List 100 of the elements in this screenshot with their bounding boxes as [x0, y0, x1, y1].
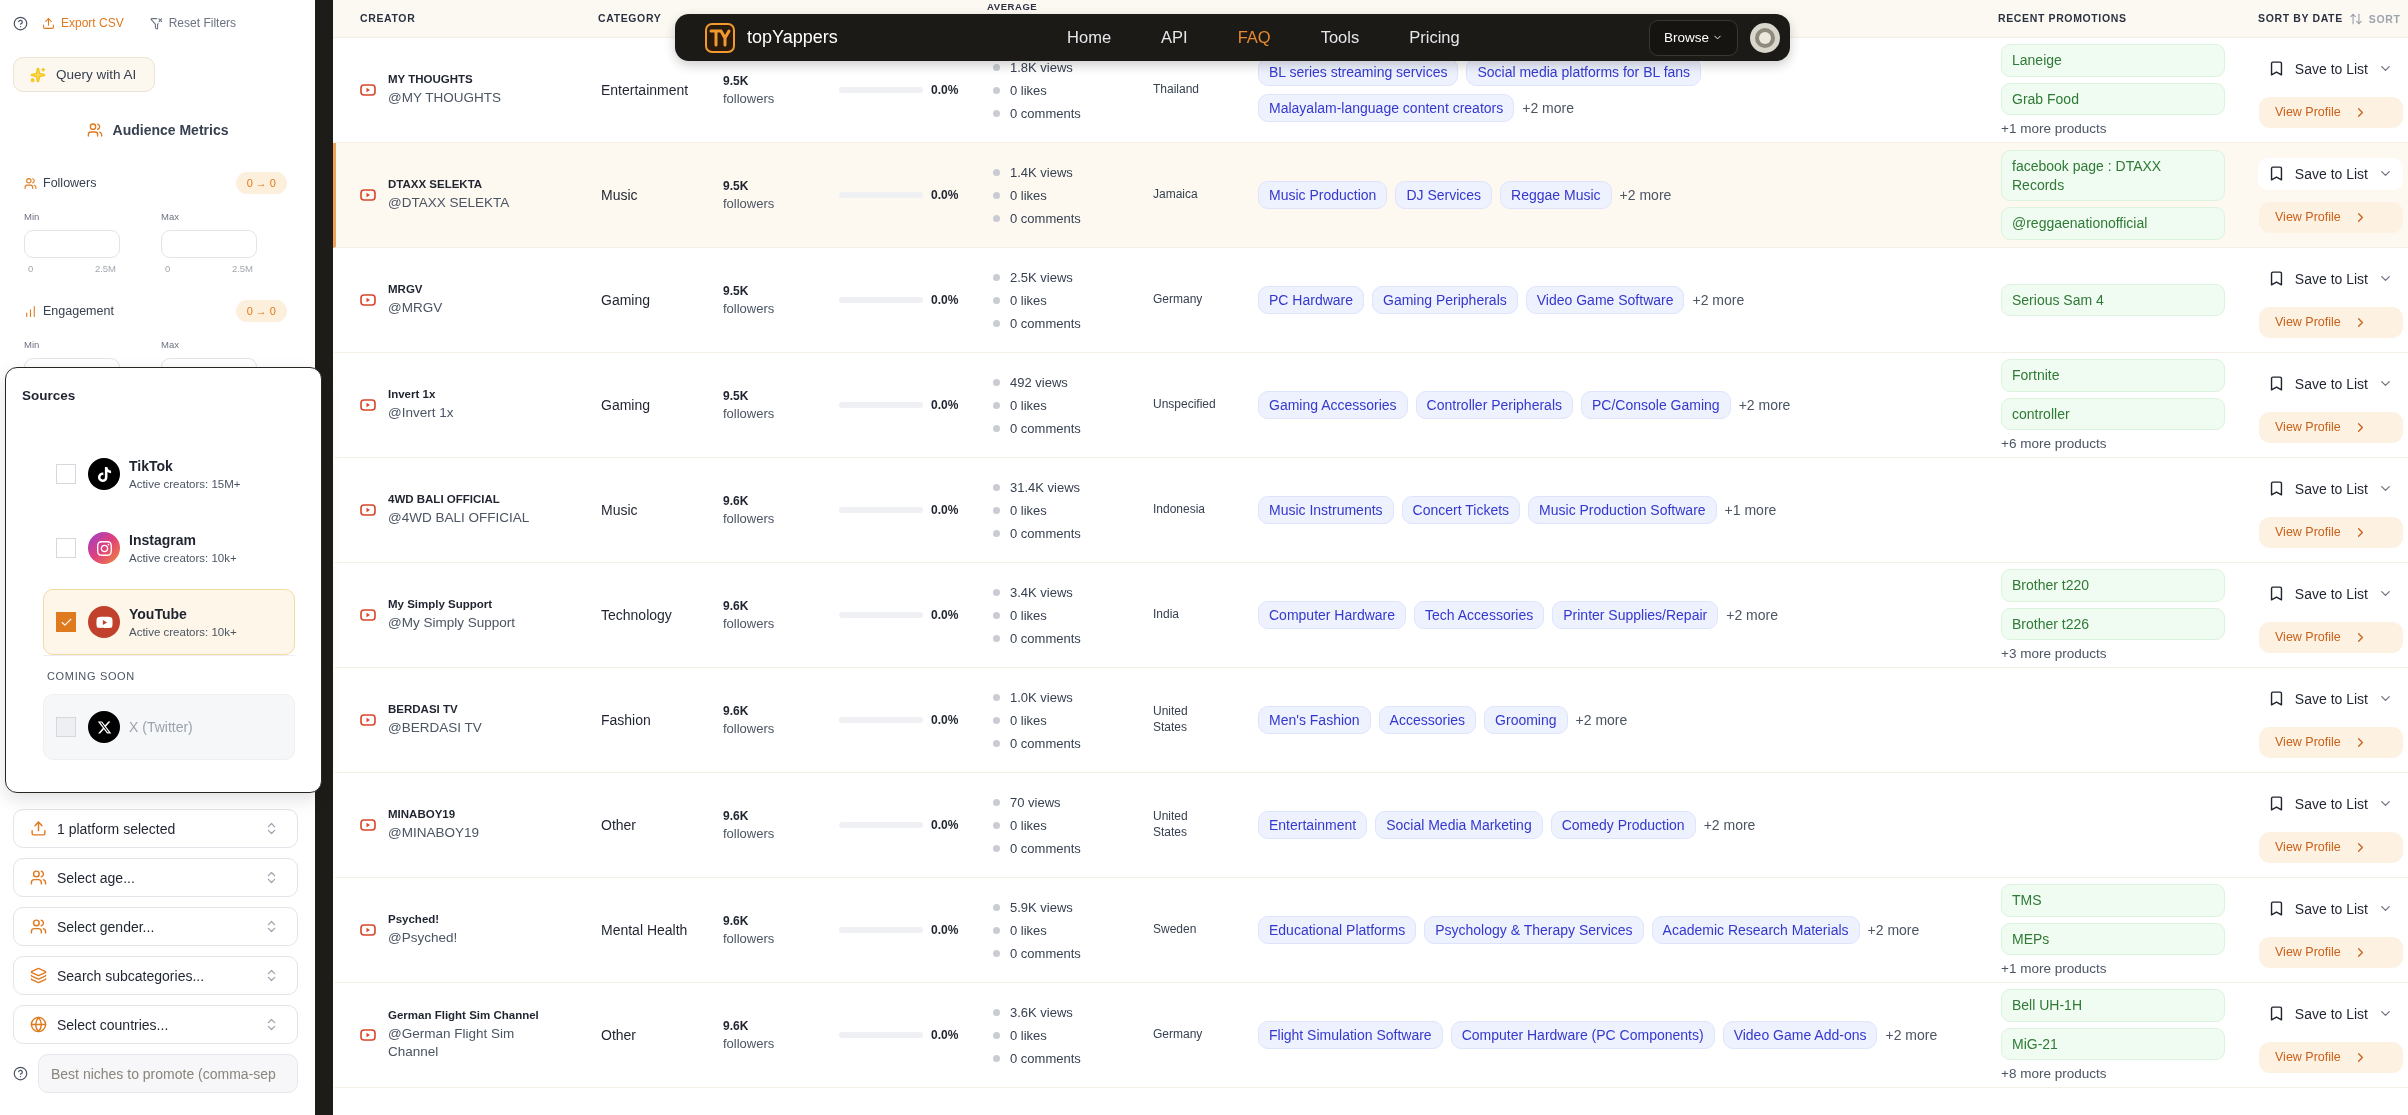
country-cell-text: Jamaica [1152, 187, 1199, 203]
niche-tag: Controller Peripherals [1415, 391, 1573, 419]
country-cell-text: Unspecified [1152, 397, 1213, 413]
field-label: Min [24, 211, 40, 222]
nav-link[interactable]: Home [1067, 28, 1112, 47]
bullet-icon [993, 109, 1000, 117]
users-icon [30, 869, 47, 886]
bullet-icon [993, 821, 1000, 829]
stat-text: 31.4K views [1010, 479, 1081, 495]
help-icon[interactable] [13, 1066, 28, 1081]
browse-button[interactable]: Browse [1649, 19, 1738, 56]
save-to-list-button[interactable]: Save to List [2257, 892, 2403, 925]
select-dropdown[interactable]: Select countries... [13, 1005, 298, 1044]
bullet-icon [993, 506, 1000, 514]
music-note-icon [88, 458, 120, 490]
nav-link[interactable]: FAQ [1237, 28, 1271, 47]
stat-text: 0 likes [1010, 187, 1047, 203]
number-field[interactable] [24, 230, 120, 258]
select-dropdown[interactable]: Search subcategories... [13, 956, 298, 995]
help-icon[interactable] [13, 15, 28, 31]
layers-icon [30, 967, 47, 984]
checkbox[interactable] [56, 612, 76, 632]
view-profile-button[interactable]: View Profile [2259, 621, 2403, 653]
bullet-icon [993, 1008, 1000, 1016]
country-cell-text: Sweden [1152, 922, 1198, 938]
nav-link[interactable]: API [1161, 28, 1188, 47]
view-profile-button[interactable]: View Profile [2259, 201, 2403, 233]
save-to-list-button[interactable]: Save to List [2257, 787, 2403, 820]
view-profile-button[interactable]: View Profile [2259, 1041, 2403, 1073]
niche-tag: Grooming [1484, 706, 1568, 734]
view-profile-button[interactable]: View Profile [2259, 96, 2403, 128]
stat-text: 70 views [1010, 794, 1061, 810]
creator-name: MINABOY19 [388, 808, 457, 821]
source-option[interactable]: YouTube Active creators: 10k+ [43, 589, 295, 655]
niche-tag: Educational Platforms [1258, 916, 1417, 944]
stat-text: 0 likes [1010, 397, 1047, 413]
field-label: Max [161, 339, 179, 350]
more-count: +2 more [1522, 100, 1574, 116]
category-cell-text: Gaming [600, 292, 652, 308]
section-label: COMING SOON [47, 670, 136, 682]
category-cell-text: Gaming [600, 397, 652, 413]
follower-count: 9.6K [723, 494, 750, 508]
source-count: Active creators: 10k+ [129, 626, 237, 638]
column-header: RECENT PROMOTIONS [1997, 13, 2128, 24]
bullet-icon [993, 273, 1000, 281]
follower-label: followers [723, 301, 776, 316]
stat-text: 0 comments [1010, 210, 1081, 226]
save-to-list-button[interactable]: Save to List [2257, 682, 2403, 715]
creator-handle: @MY THOUGHTS [388, 89, 502, 107]
select-dropdown[interactable]: Select age... [13, 858, 298, 897]
follower-label: followers [723, 1036, 776, 1051]
source-option[interactable]: TikTok Active creators: 15M+ [43, 441, 295, 507]
x-logo-icon [88, 711, 120, 743]
follower-label: followers [723, 826, 776, 841]
product-tag: controller [2001, 397, 2225, 431]
save-to-list-button[interactable]: Save to List [2257, 52, 2403, 85]
nav-link[interactable]: Tools [1320, 28, 1360, 47]
stat-text: 1.0K views [1010, 689, 1073, 705]
video-play-icon [360, 819, 376, 831]
view-profile-button[interactable]: View Profile [2259, 726, 2403, 758]
view-profile-button[interactable]: View Profile [2259, 936, 2403, 968]
save-to-list-button[interactable]: Save to List [2257, 472, 2403, 505]
section-title: Audience Metrics [112, 122, 229, 138]
avatar[interactable] [1750, 22, 1780, 53]
sort-icon[interactable] [2348, 11, 2363, 26]
view-profile-button[interactable]: View Profile [2259, 831, 2403, 863]
stat-text: 0 comments [1010, 525, 1081, 541]
creator-name: German Flight Sim Channel [388, 1009, 540, 1022]
view-profile-button[interactable]: View Profile [2259, 411, 2403, 443]
query-ai-button[interactable]: Query with AI [13, 57, 156, 92]
save-to-list-button[interactable]: Save to List [2257, 997, 2403, 1030]
view-profile-button[interactable]: View Profile [2259, 306, 2403, 338]
niche-tag: Gaming Accessories [1258, 391, 1408, 419]
niches-field[interactable]: Best niches to promote (comma-sep [38, 1054, 298, 1093]
save-to-list-button[interactable]: Save to List [2257, 367, 2403, 400]
save-to-list-button[interactable]: Save to List [2257, 577, 2403, 610]
source-option[interactable]: Instagram Active creators: 10k+ [43, 515, 295, 581]
product-tag: MEPs [2001, 922, 2225, 956]
more-count: +2 more [1575, 712, 1628, 728]
follower-count: 9.5K [723, 74, 750, 88]
product-tag: TMS [2001, 883, 2225, 917]
country-cell-text: United States [1152, 809, 1189, 841]
save-to-list-button[interactable]: Save to List [2257, 262, 2403, 295]
category-cell-text: Music [600, 187, 639, 203]
stat-text: 0 comments [1010, 315, 1081, 331]
reset-filters-link[interactable]: Reset Filters [149, 16, 237, 30]
stat-text: 0 likes [1010, 502, 1047, 518]
select-dropdown[interactable]: Select gender... [13, 907, 298, 946]
nav-link[interactable]: Pricing [1409, 28, 1460, 47]
stat-text: 0 comments [1010, 1050, 1081, 1066]
niche-tag: Music Production Software [1528, 496, 1717, 524]
bullet-icon [993, 1054, 1000, 1062]
select-dropdown[interactable]: 1 platform selected [13, 809, 298, 848]
number-field[interactable] [161, 230, 257, 258]
view-profile-button[interactable]: View Profile [2259, 516, 2403, 548]
follower-label: followers [723, 616, 776, 631]
save-to-list-button[interactable]: Save to List [2257, 157, 2403, 190]
engagement-rate: 0.0% [931, 188, 959, 202]
stat-text: 0 likes [1010, 292, 1047, 308]
product-tag: Brother t226 [2001, 607, 2225, 641]
